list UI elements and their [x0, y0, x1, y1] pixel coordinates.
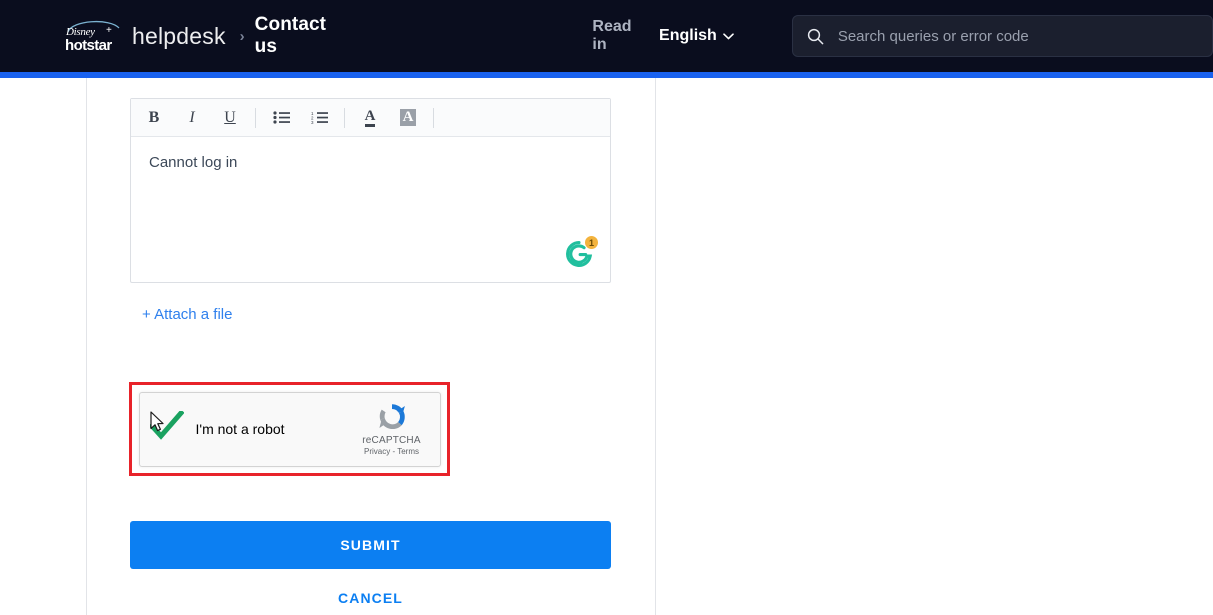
language-selected-value: English [659, 27, 717, 44]
toolbar-separator [433, 107, 434, 128]
toolbar-separator [255, 107, 256, 128]
numbered-list-button[interactable]: 1 2 3 [300, 100, 338, 136]
recaptcha-label: I'm not a robot [195, 421, 285, 437]
search-input[interactable] [837, 27, 1198, 45]
clipped-section-heading [186, 74, 200, 82]
mouse-cursor-icon [149, 410, 164, 431]
brand-product-name[interactable]: helpdesk [132, 23, 226, 50]
top-navbar: Disney + hotstar helpdesk › Contact us R… [0, 0, 1213, 72]
page-progress-bar [0, 72, 1213, 78]
search-icon [807, 28, 824, 45]
recaptcha-checkbox[interactable] [140, 393, 196, 466]
chevron-down-icon [723, 27, 734, 45]
search-bar[interactable] [791, 15, 1213, 57]
toolbar-separator [344, 107, 345, 128]
right-column-divider [655, 78, 656, 615]
bold-button[interactable]: B [135, 100, 173, 136]
attach-file-link[interactable]: + Attach a file [142, 306, 232, 323]
disney-hotstar-logo-icon[interactable]: Disney + hotstar [62, 16, 122, 56]
svg-text:hotstar: hotstar [65, 37, 112, 54]
contact-us-page: Disney + hotstar helpdesk › Contact us R… [0, 0, 1213, 615]
read-in-label: Read in [592, 18, 632, 53]
editor-body-text: Cannot log in [149, 154, 238, 171]
recaptcha-brand-links[interactable]: Privacy - Terms [364, 447, 419, 456]
grammarly-badge-count: 1 [584, 235, 599, 250]
breadcrumb-separator-icon: › [239, 27, 245, 45]
highlight-color-button[interactable]: A [389, 100, 427, 136]
recaptcha-widget[interactable]: I'm not a robot reCAPTCHA Privacy - Term… [138, 391, 441, 467]
breadcrumb-current-page: Contact us [254, 14, 327, 57]
recaptcha-brand-name: reCAPTCHA [362, 434, 421, 446]
bullet-list-button[interactable] [262, 100, 300, 136]
svg-text:+: + [106, 25, 112, 36]
recaptcha-logo-icon [378, 403, 405, 429]
submit-button[interactable]: SUBMIT [130, 521, 611, 569]
recaptcha-annotation-highlight: I'm not a robot reCAPTCHA Privacy - Term… [129, 382, 450, 476]
language-dropdown[interactable]: English [659, 27, 734, 45]
recaptcha-branding: reCAPTCHA Privacy - Terms [354, 401, 430, 456]
italic-button[interactable]: I [173, 100, 211, 136]
highlight-color-glyph: A [399, 109, 417, 126]
language-switcher[interactable]: Read in English [592, 18, 734, 54]
cancel-button[interactable]: CANCEL [130, 586, 611, 610]
underline-button[interactable]: U [211, 100, 249, 136]
editor-text-area[interactable]: Cannot log in 1 [131, 137, 610, 283]
left-column-divider [86, 78, 87, 615]
brand-area[interactable]: Disney + hotstar helpdesk › Contact us [62, 14, 347, 58]
text-color-button[interactable]: A [351, 100, 389, 136]
grammarly-icon[interactable]: 1 [564, 235, 599, 269]
text-color-glyph: A [364, 108, 376, 127]
svg-text:3: 3 [311, 120, 314, 124]
message-editor[interactable]: B I U 1 2 3 A A Cannot log in 1 [130, 98, 611, 283]
editor-toolbar: B I U 1 2 3 A A [131, 99, 610, 137]
